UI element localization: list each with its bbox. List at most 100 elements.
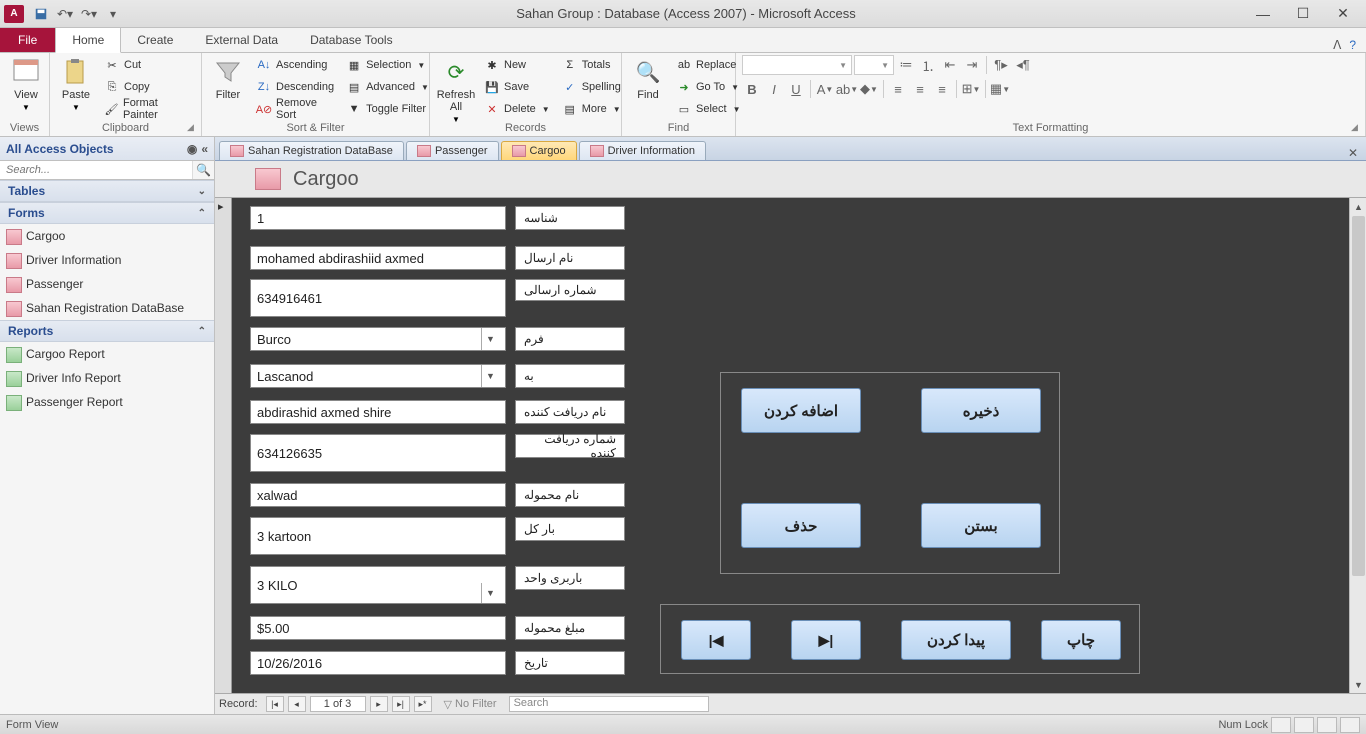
nav-section-reports[interactable]: Reports⌃ — [0, 320, 214, 342]
filter-button[interactable]: Filter — [208, 55, 248, 103]
sender-name-field[interactable]: mohamed abdirashiid axmed — [250, 246, 506, 270]
delete-form-button[interactable]: حذف — [741, 503, 861, 548]
remove-sort-button[interactable]: A⊘Remove Sort — [252, 99, 338, 119]
font-size-combo[interactable]: ▼ — [854, 55, 894, 75]
search-icon[interactable]: 🔍 — [192, 161, 214, 179]
receiver-name-field[interactable]: abdirashid axmed shire — [250, 400, 506, 424]
bullets-icon[interactable]: ≔ — [896, 55, 916, 75]
sender-num-field[interactable]: 634916461 — [250, 279, 506, 317]
highlight-icon[interactable]: ab▼ — [837, 79, 857, 99]
replace-button[interactable]: abReplace — [672, 55, 745, 75]
scroll-down-icon[interactable]: ▼ — [1350, 676, 1366, 693]
alt-fill-icon[interactable]: ▦▼ — [990, 79, 1010, 99]
indent-dec-icon[interactable]: ⇤ — [940, 55, 960, 75]
amount-field[interactable]: $5.00 — [250, 616, 506, 640]
chevron-down-icon[interactable]: ▼ — [481, 583, 499, 603]
nav-last-button[interactable]: ▸| — [392, 696, 410, 712]
nav-prev-button[interactable]: ◂ — [288, 696, 306, 712]
fill-color-icon[interactable]: ◆▼ — [859, 79, 879, 99]
vertical-scrollbar[interactable]: ▲ ▼ — [1349, 198, 1366, 693]
descending-button[interactable]: Z↓Descending — [252, 77, 338, 97]
nav-next-button[interactable]: ▸ — [370, 696, 388, 712]
close-tab-icon[interactable]: ✕ — [1340, 146, 1366, 160]
nav-dropdown-icon[interactable]: ◉ — [187, 142, 197, 156]
last-record-button[interactable]: ▶| — [791, 620, 861, 660]
copy-button[interactable]: ⎘Copy — [100, 77, 195, 97]
new-button[interactable]: ✱New — [480, 55, 554, 75]
nav-section-tables[interactable]: Tables⌄ — [0, 180, 214, 202]
qat-customize-icon[interactable]: ▾ — [104, 5, 122, 23]
ribbon-minimize-icon[interactable]: ᐱ — [1333, 38, 1341, 52]
cut-button[interactable]: ✂Cut — [100, 55, 195, 75]
close-button[interactable]: ✕ — [1330, 5, 1356, 23]
database-tools-tab[interactable]: Database Tools — [294, 28, 409, 52]
nav-item-cargoo-report[interactable]: Cargoo Report — [0, 342, 214, 366]
totals-button[interactable]: ΣTotals — [558, 55, 625, 75]
align-center-icon[interactable]: ≡ — [910, 79, 930, 99]
selection-button[interactable]: ▦Selection▼ — [342, 55, 433, 75]
from-combo[interactable]: Burco▼ — [250, 327, 506, 351]
nav-item-passenger-report[interactable]: Passenger Report — [0, 390, 214, 414]
nav-item-sahan-reg[interactable]: Sahan Registration DataBase — [0, 296, 214, 320]
tab-driver-info[interactable]: Driver Information — [579, 141, 706, 160]
record-search-box[interactable]: Search — [509, 696, 709, 712]
print-button[interactable]: چاپ — [1041, 620, 1121, 660]
add-button[interactable]: اضافه کردن — [741, 388, 861, 433]
nav-item-cargoo[interactable]: Cargoo — [0, 224, 214, 248]
receiver-num-field[interactable]: 634126635 — [250, 434, 506, 472]
delete-button[interactable]: ✕Delete▼ — [480, 99, 554, 119]
text-formatting-launcher-icon[interactable]: ◢ — [1351, 122, 1363, 134]
toggle-filter-button[interactable]: ▼Toggle Filter — [342, 99, 433, 119]
more-button[interactable]: ▤More▼ — [558, 99, 625, 119]
nav-header[interactable]: All Access Objects ◉« — [0, 137, 214, 161]
no-filter-indicator[interactable]: ▽No Filter — [444, 698, 497, 711]
layout-view-button[interactable] — [1317, 717, 1337, 733]
record-selector[interactable] — [215, 198, 232, 693]
help-icon[interactable]: ? — [1349, 38, 1356, 52]
save-form-button[interactable]: ذخیره — [921, 388, 1041, 433]
refresh-all-button[interactable]: ⟳Refresh All▼ — [436, 55, 476, 126]
external-data-tab[interactable]: External Data — [189, 28, 294, 52]
view-button[interactable]: View▼ — [6, 55, 46, 114]
home-tab[interactable]: Home — [55, 27, 121, 53]
file-tab[interactable]: File — [0, 28, 55, 52]
unit-load-combo[interactable]: 3 KILO▼ — [250, 566, 506, 604]
form-view-button[interactable] — [1271, 717, 1291, 733]
nav-first-button[interactable]: |◂ — [266, 696, 284, 712]
nav-section-forms[interactable]: Forms⌃ — [0, 202, 214, 224]
chevron-down-icon[interactable]: ▼ — [481, 328, 499, 350]
font-color-icon[interactable]: A▼ — [815, 79, 835, 99]
tab-passenger[interactable]: Passenger — [406, 141, 499, 160]
undo-icon[interactable]: ↶▾ — [56, 5, 74, 23]
bold-icon[interactable]: B — [742, 79, 762, 99]
align-left-icon[interactable]: ≡ — [888, 79, 908, 99]
gridlines-icon[interactable]: ⊞▼ — [961, 79, 981, 99]
maximize-button[interactable]: ☐ — [1290, 5, 1316, 23]
id-field[interactable]: 1 — [250, 206, 506, 230]
minimize-button[interactable]: — — [1250, 5, 1276, 23]
record-position[interactable]: 1 of 3 — [310, 696, 366, 712]
nav-item-driver-info[interactable]: Driver Information — [0, 248, 214, 272]
cargo-name-field[interactable]: xalwad — [250, 483, 506, 507]
nav-new-button[interactable]: ▸* — [414, 696, 432, 712]
find-form-button[interactable]: پیدا کردن — [901, 620, 1011, 660]
select-button[interactable]: ▭Select▼ — [672, 99, 745, 119]
nav-collapse-icon[interactable]: « — [201, 142, 208, 156]
save-icon[interactable] — [32, 5, 50, 23]
spelling-button[interactable]: ✓Spelling — [558, 77, 625, 97]
font-combo[interactable]: ▼ — [742, 55, 852, 75]
format-painter-button[interactable]: 🖌Format Painter — [100, 99, 195, 119]
total-load-field[interactable]: 3 kartoon — [250, 517, 506, 555]
redo-icon[interactable]: ↷▾ — [80, 5, 98, 23]
save-record-button[interactable]: 💾Save — [480, 77, 554, 97]
date-field[interactable]: 10/26/2016 — [250, 651, 506, 675]
chevron-down-icon[interactable]: ▼ — [481, 365, 499, 387]
ltr-icon[interactable]: ¶▸ — [991, 55, 1011, 75]
clipboard-launcher-icon[interactable]: ◢ — [187, 122, 199, 134]
ascending-button[interactable]: A↓Ascending — [252, 55, 338, 75]
to-combo[interactable]: Lascanod▼ — [250, 364, 506, 388]
nav-item-driver-report[interactable]: Driver Info Report — [0, 366, 214, 390]
align-right-icon[interactable]: ≡ — [932, 79, 952, 99]
underline-icon[interactable]: U — [786, 79, 806, 99]
italic-icon[interactable]: I — [764, 79, 784, 99]
